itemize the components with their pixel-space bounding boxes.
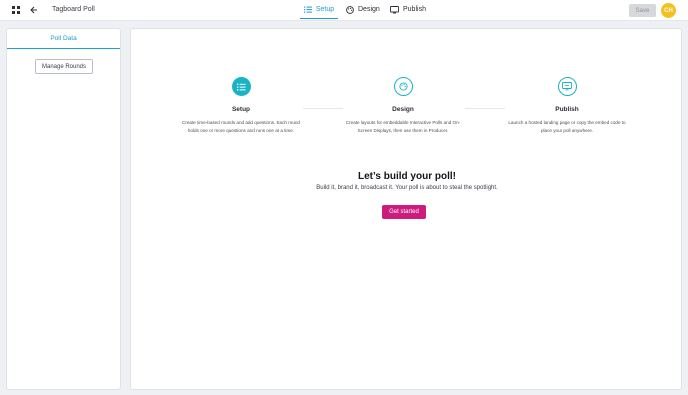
tab-design[interactable]: Design <box>346 0 380 19</box>
monitor-icon <box>557 77 577 96</box>
main-panel: Setup Create time-based rounds and add q… <box>130 28 682 390</box>
step-description: Launch a hosted landing page or copy the… <box>508 120 626 133</box>
app-title: Tagboard Poll <box>52 6 95 13</box>
step-description: Create time-based rounds and add questio… <box>182 120 300 133</box>
manage-rounds-button[interactable]: Manage Rounds <box>35 59 93 74</box>
save-button[interactable]: Save <box>629 4 656 17</box>
step-setup: Setup Create time-based rounds and add q… <box>179 77 303 135</box>
page-headline: Let’s build your poll! <box>358 171 456 182</box>
top-bar: Tagboard Poll Setup Design Publish Save … <box>0 0 688 21</box>
step-description: Create layouts for embeddable Interactiv… <box>345 120 461 133</box>
tab-setup[interactable]: Setup <box>300 0 338 19</box>
tab-design-label: Design <box>358 6 380 13</box>
monitor-icon <box>390 5 399 14</box>
tab-setup-label: Setup <box>315 5 335 13</box>
step-design: Design Create layouts for embeddable Int… <box>341 77 465 135</box>
page-subheadline: Build it, brand it, broadcast it. Your p… <box>316 185 498 191</box>
step-connector <box>303 108 343 109</box>
tab-publish-label: Publish <box>403 6 426 13</box>
tab-poll-data[interactable]: Poll Data <box>7 29 120 49</box>
step-title: Setup <box>231 106 251 113</box>
tab-publish[interactable]: Publish <box>390 0 426 19</box>
step-title: Design <box>392 106 414 113</box>
list-icon <box>303 6 312 13</box>
sidebar: Poll Data Manage Rounds <box>6 28 121 390</box>
avatar[interactable]: CH <box>661 3 676 18</box>
step-publish: Publish Launch a hosted landing page or … <box>505 77 629 135</box>
back-arrow-icon[interactable] <box>29 5 39 15</box>
list-icon <box>231 77 251 96</box>
get-started-button[interactable]: Get started <box>382 205 426 219</box>
step-connector <box>465 108 505 109</box>
apps-grid-icon[interactable] <box>11 5 21 15</box>
palette-icon <box>346 5 354 14</box>
step-title: Publish <box>555 106 579 113</box>
palette-icon <box>393 77 413 96</box>
